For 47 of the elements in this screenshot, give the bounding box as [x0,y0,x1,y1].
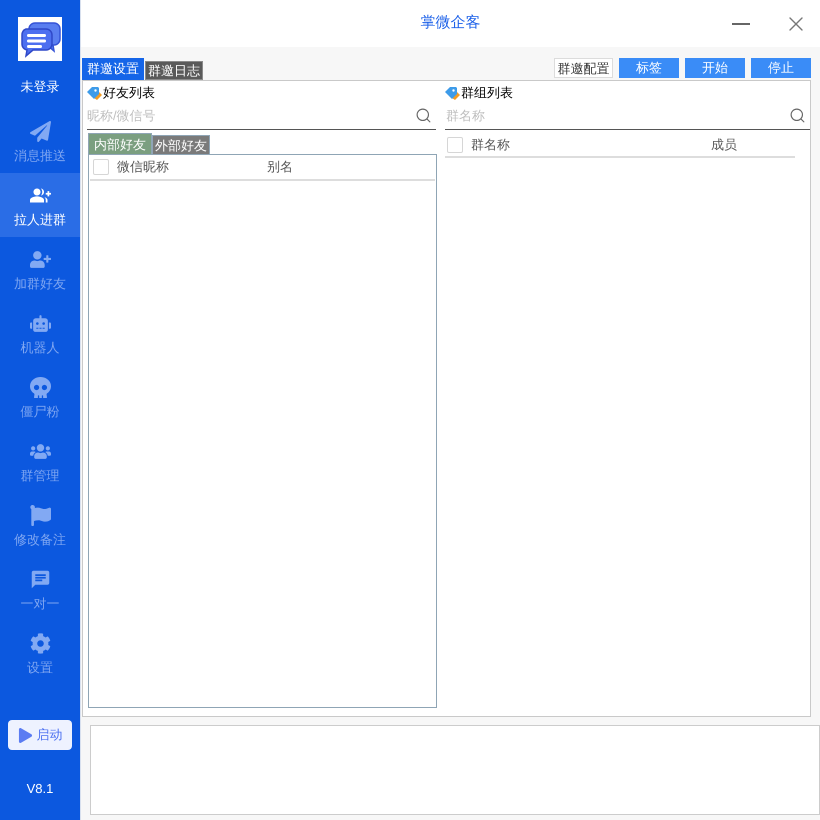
tab[interactable]: 外部好友 [152,135,210,154]
minimize-icon [732,22,750,24]
tag-icon [445,86,460,100]
play-icon [18,728,32,742]
flag-icon [30,505,50,526]
message-icon [30,569,50,590]
user-add-icon [30,249,50,270]
group-icon [30,441,50,462]
toolbar-button[interactable]: 群邀配置 [554,58,613,78]
checkbox[interactable] [93,159,109,175]
sidebar-item[interactable]: 群管理 [0,429,80,493]
sidebar-item[interactable]: 设置 [0,621,80,685]
panel-title: 群组列表 [461,84,513,102]
app-logo [18,17,62,61]
skull-icon [30,377,50,398]
sidebar-item[interactable]: 消息推送 [0,109,80,173]
toolbar-button[interactable]: 标签 [619,58,679,78]
search-icon [415,107,432,124]
sidebar-item[interactable]: 修改备注 [0,493,80,557]
version-label: V8.1 [26,780,54,798]
log-area[interactable] [90,725,820,815]
sidebar-item[interactable]: 一对一 [0,557,80,621]
start-button[interactable]: 启动 [8,720,72,750]
panel-title: 好友列表 [103,84,155,102]
window-title: 掌微企客 [420,13,480,34]
search-field[interactable]: 群名称 [446,102,789,128]
settings-icon [30,633,50,654]
send-icon [30,121,50,142]
sidebar-item[interactable]: 僵尸粉 [0,365,80,429]
tab[interactable]: 内部好友 [88,133,152,154]
checkbox[interactable] [447,136,463,152]
column-header: 微信昵称 [117,158,170,176]
search-field[interactable]: 昵称/微信号 [87,102,415,128]
toolbar-button[interactable]: 停止 [751,58,811,78]
column-header: 成员 [711,136,737,154]
column-header: 群名称 [471,136,511,154]
toolbar-button[interactable]: 开始 [685,58,745,78]
tag-icon [87,86,102,100]
tab[interactable]: 群邀日志 [145,61,203,80]
sidebar-item[interactable]: 机器人 [0,301,80,365]
sidebar-item[interactable]: 加群好友 [0,237,80,301]
search-icon [789,107,806,124]
robot-icon [30,313,50,334]
login-status: 未登录 [20,78,60,96]
sidebar-item[interactable]: 拉人进群 [0,173,80,237]
tab[interactable]: 群邀设置 [82,58,144,80]
column-header: 别名 [267,158,293,176]
